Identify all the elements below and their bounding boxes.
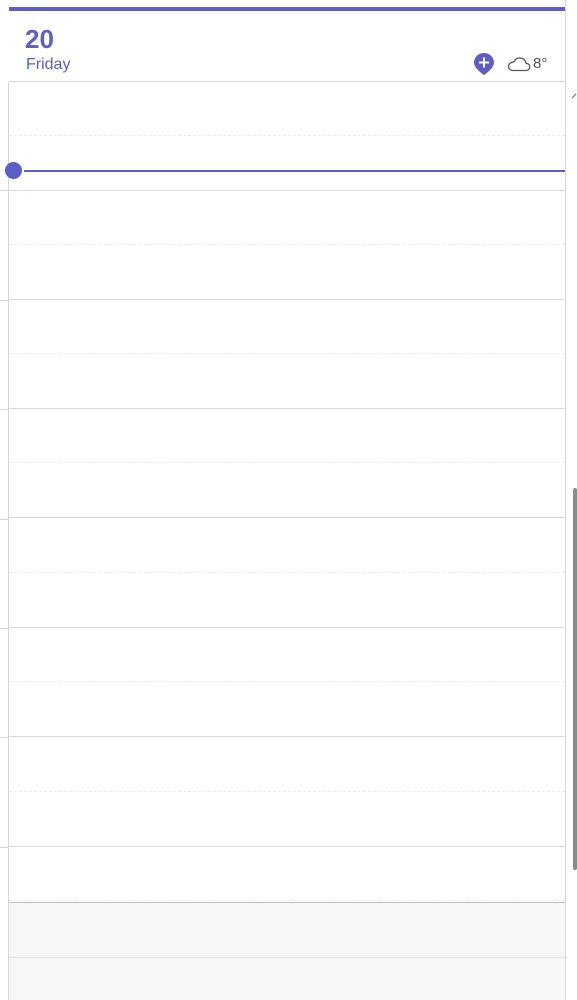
hour-slot[interactable] <box>9 463 565 518</box>
gutter-tick <box>0 847 8 848</box>
cloud-icon <box>507 57 531 72</box>
gutter-tick <box>0 628 8 629</box>
gutter-tick <box>0 519 8 520</box>
time-gutter <box>0 0 8 1000</box>
scroll-up-arrow-icon[interactable] <box>571 92 577 100</box>
today-accent-bar <box>9 7 565 11</box>
half-hour-slot[interactable] <box>9 847 565 901</box>
current-time-dot <box>5 162 22 179</box>
scrollbar-thumb[interactable] <box>573 488 577 870</box>
hour-slot[interactable] <box>9 136 565 191</box>
hour-slot[interactable] <box>9 573 565 628</box>
time-grid[interactable] <box>9 82 565 1000</box>
half-hour-slot[interactable] <box>9 519 565 573</box>
half-hour-slot[interactable] <box>9 300 565 354</box>
current-time-line <box>24 170 565 172</box>
hour-slot[interactable] <box>9 245 565 300</box>
hour-slot[interactable] <box>9 354 565 409</box>
half-hour-divider <box>9 957 565 958</box>
weather-indicator[interactable]: 8° <box>507 54 547 74</box>
gutter-tick <box>0 737 8 738</box>
off-hours-region[interactable] <box>9 902 565 1000</box>
day-column-header[interactable]: 20 Friday 8° <box>9 0 565 82</box>
calendar-day-view: 20 Friday 8° <box>0 0 577 1000</box>
day-name: Friday <box>26 56 71 73</box>
add-event-button[interactable] <box>473 52 495 76</box>
gutter-tick <box>0 409 8 410</box>
half-hour-slot[interactable] <box>9 738 565 792</box>
half-hour-slot[interactable] <box>9 628 565 682</box>
half-hour-slot[interactable] <box>9 82 565 136</box>
date-number: 20 <box>25 24 54 54</box>
gutter-tick <box>0 190 8 191</box>
gutter-tick <box>0 300 8 301</box>
half-hour-slot[interactable] <box>9 191 565 245</box>
weather-temperature: 8° <box>533 55 548 72</box>
add-event-pin-icon <box>474 53 494 75</box>
hour-slot[interactable] <box>9 682 565 737</box>
half-hour-slot[interactable] <box>9 409 565 463</box>
hour-slot[interactable] <box>9 792 565 847</box>
